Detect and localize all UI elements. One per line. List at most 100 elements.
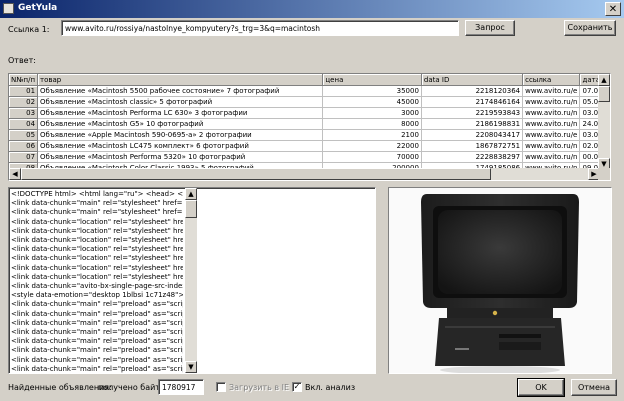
source-line: <link data-chunk="location" rel="stylesh… [11, 254, 183, 263]
html-source-text[interactable]: <!DOCTYPE html> <html lang="ru"> <head> … [11, 190, 183, 373]
table-cell[interactable]: 2208043417 [421, 129, 524, 141]
scroll-up-icon[interactable]: ▲ [598, 74, 610, 86]
table-cell[interactable]: Объявление «Macintosh classic» 5 фотогра… [37, 96, 324, 108]
table-cell[interactable]: Объявление «Macintosh G5» 10 фотографий [37, 118, 324, 130]
table-cell[interactable]: www.avito.ru/n [522, 118, 581, 130]
table-cell[interactable]: www.avito.ru/n [522, 140, 581, 152]
table-horizontal-scrollbar[interactable]: ◀ ▶ [9, 168, 600, 180]
scroll-corner [598, 168, 610, 180]
source-line: <link data-chunk="main" rel="preload" as… [11, 328, 183, 337]
table-cell[interactable]: 2100 [322, 129, 422, 141]
column-header[interactable]: цена [322, 74, 422, 86]
row-number-cell[interactable]: 07 [9, 151, 39, 163]
scroll-thumb[interactable] [598, 86, 610, 102]
column-header[interactable]: data ID [421, 74, 524, 86]
source-line: <link data-chunk="main" rel="preload" as… [11, 346, 183, 355]
app-icon [3, 3, 14, 14]
scroll-thumb[interactable] [185, 200, 197, 218]
table-cell[interactable]: 2228838297 [421, 151, 524, 163]
table-cell[interactable]: www.avito.ru/e [522, 129, 581, 141]
cancel-button[interactable]: Отмена [571, 379, 617, 396]
table-cell[interactable]: www.avito.ru/e [522, 85, 581, 97]
table-row[interactable]: 05 Объявление «Apple Macintosh 590-0695-a… [9, 129, 610, 141]
table-row[interactable]: 03 Объявление «Macintosh Performa LC 630»… [9, 107, 610, 119]
source-line: <link data-chunk="main" rel="preload" as… [11, 364, 183, 373]
table-row[interactable]: 02 Объявление «Macintosh classic» 5 фотог… [9, 96, 610, 108]
table-cell[interactable]: www.avito.ru/n [522, 107, 581, 119]
table-cell[interactable]: 2218120364 [421, 85, 524, 97]
table-cell[interactable]: 8000 [322, 118, 422, 130]
table-cell[interactable]: Объявление «Apple Macintosh 590-0695-a» … [37, 129, 324, 141]
table-cell[interactable]: 35000 [322, 85, 422, 97]
source-line: <link data-chunk="location" rel="stylesh… [11, 272, 183, 281]
load-in-ie-checkbox[interactable] [216, 382, 226, 392]
source-line: <link data-chunk="location" rel="stylesh… [11, 263, 183, 272]
table-row[interactable]: 07 Объявление «Macintosh Performa 5320» 1… [9, 151, 610, 163]
source-panel[interactable]: <!DOCTYPE html> <html lang="ru"> <head> … [8, 187, 376, 374]
scroll-down-icon[interactable]: ▼ [185, 361, 197, 373]
source-line: <link data-chunk="main" rel="preload" as… [11, 337, 183, 346]
source-line: <!DOCTYPE html> <html lang="ru"> <head> … [11, 190, 183, 198]
answer-label: Ответ: [8, 56, 36, 65]
table-row[interactable]: 01 Объявление «Macintosh 5500 рабочее сос… [9, 85, 610, 97]
source-line: <link data-chunk="location" rel="stylesh… [11, 217, 183, 226]
scroll-left-icon[interactable]: ◀ [9, 168, 21, 180]
table-cell[interactable]: 3000 [322, 107, 422, 119]
column-header[interactable]: товар [37, 74, 324, 86]
source-line: <link data-chunk="main" rel="stylesheet"… [11, 199, 183, 208]
table-cell[interactable]: Объявление «Macintosh LC475 комплект» 6 … [37, 140, 324, 152]
row-number-cell[interactable]: 06 [9, 140, 39, 152]
row-number-cell[interactable]: 03 [9, 107, 39, 119]
table-cell[interactable]: 22000 [322, 140, 422, 152]
table-vertical-scrollbar[interactable]: ▲ ▼ [598, 74, 610, 170]
enable-analysis-checkbox[interactable]: ✓ [292, 382, 302, 392]
source-line: <link data-chunk="main" rel="stylesheet"… [11, 208, 183, 217]
table-cell[interactable]: Объявление «Macintosh Performa LC 630» 3… [37, 107, 324, 119]
table-row[interactable]: 04 Объявление «Macintosh G5» 10 фотографи… [9, 118, 610, 130]
source-line: <link data-chunk="main" rel="preload" as… [11, 309, 183, 318]
request-button[interactable]: Запрос [465, 20, 515, 36]
table-cell[interactable]: Объявление «Macintosh Performa 5320» 10 … [37, 151, 324, 163]
scroll-thumb[interactable] [21, 168, 491, 180]
results-table[interactable]: N№п/п товар цена data ID ссылка дата 01 Объявл… [8, 73, 611, 181]
source-line: <link data-chunk="avito-bx-single-page-s… [11, 282, 183, 291]
source-line: <style data-emotion="desktop 1blbsi 1c71… [11, 291, 183, 300]
enable-analysis-label: Вкл. анализ [305, 383, 356, 392]
column-header[interactable]: ссылка [522, 74, 581, 86]
load-in-ie-label: Загрузить в IE [229, 383, 290, 392]
table-cell[interactable]: www.avito.ru/n [522, 96, 581, 108]
row-number-cell[interactable]: 01 [9, 85, 39, 97]
source-line: <link data-chunk="location" rel="stylesh… [11, 226, 183, 235]
found-ads-label: Найденные объявления: [8, 383, 112, 392]
macintosh-computer-image [389, 188, 611, 373]
save-button[interactable]: Сохранить [564, 20, 616, 36]
table-cell[interactable]: Объявление «Macintosh 5500 рабочее состо… [37, 85, 324, 97]
title-bar: GetYula ✕ [0, 0, 624, 18]
source-line: <link data-chunk="main" rel="preload" as… [11, 318, 183, 327]
source-line: <link data-chunk="main" rel="preload" as… [11, 355, 183, 364]
table-cell[interactable]: 2219593843 [421, 107, 524, 119]
row-number-cell[interactable]: 02 [9, 96, 39, 108]
source-line: <link data-chunk="location" rel="stylesh… [11, 245, 183, 254]
bytes-received-field[interactable]: 1780917 [158, 379, 204, 395]
scroll-up-icon[interactable]: ▲ [185, 188, 197, 200]
table-cell[interactable]: 2186198831 [421, 118, 524, 130]
row-number-cell[interactable]: 05 [9, 129, 39, 141]
table-cell[interactable]: 1867872751 [421, 140, 524, 152]
table-cell[interactable]: 70000 [322, 151, 422, 163]
url-input[interactable]: www.avito.ru/rossiya/nastolnye_kompyuter… [61, 20, 459, 36]
product-photo [388, 187, 612, 374]
table-cell[interactable]: 45000 [322, 96, 422, 108]
url-label: Ссылка 1: [8, 25, 50, 34]
table-cell[interactable]: 2174846164 [421, 96, 524, 108]
table-cell[interactable]: www.avito.ru/n [522, 151, 581, 163]
table-row[interactable]: 06 Объявление «Macintosh LC475 комплект» … [9, 140, 610, 152]
close-button[interactable]: ✕ [605, 2, 621, 16]
source-vertical-scrollbar[interactable]: ▲ ▼ [185, 188, 197, 373]
bytes-received-label: получено байт: [98, 383, 163, 392]
source-line: <link data-chunk="location" rel="stylesh… [11, 236, 183, 245]
ok-button[interactable]: OK [517, 378, 565, 397]
row-number-cell[interactable]: 04 [9, 118, 39, 130]
source-line: <link data-chunk="main" rel="preload" as… [11, 300, 183, 309]
column-header[interactable]: N№п/п [9, 74, 39, 86]
